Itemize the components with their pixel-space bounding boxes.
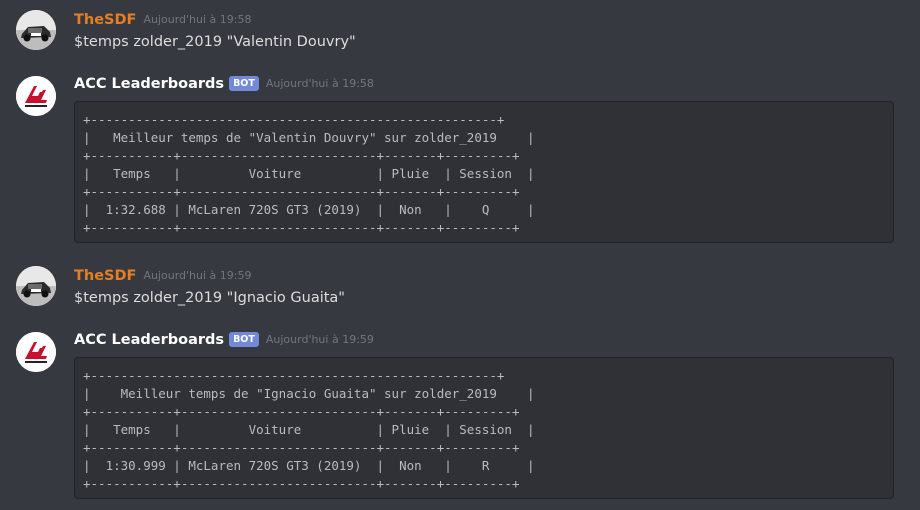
message-user-2: TheSDF Aujourd'hui à 19:59 $temps zolder… (0, 266, 920, 312)
timestamp: Aujourd'hui à 19:59 (265, 333, 374, 346)
code-block: +---------------------------------------… (74, 101, 894, 243)
message-user-1: TheSDF Aujourd'hui à 19:58 $temps zolder… (0, 10, 920, 56)
username[interactable]: ACC Leaderboards (74, 74, 224, 94)
timestamp: Aujourd'hui à 19:58 (143, 13, 252, 26)
message-bot-2: ACC Leaderboards BOT Aujourd'hui à 19:59… (0, 330, 920, 500)
timestamp: Aujourd'hui à 19:59 (143, 269, 252, 282)
username[interactable]: ACC Leaderboards (74, 330, 224, 350)
bot-tag: BOT (229, 331, 259, 347)
car-photo-avatar-icon (16, 266, 56, 306)
bot-tag: BOT (229, 75, 259, 91)
leaderboard-table-text: +---------------------------------------… (83, 112, 535, 235)
username[interactable]: TheSDF (74, 10, 136, 30)
message-text: $temps zolder_2019 "Valentin Douvry" (74, 34, 356, 50)
code-block: +---------------------------------------… (74, 357, 894, 499)
username[interactable]: TheSDF (74, 266, 136, 286)
car-photo-avatar-icon (16, 10, 56, 50)
message-text: $temps zolder_2019 "Ignacio Guaita" (74, 290, 345, 306)
assetto-corsa-logo-icon (16, 76, 56, 116)
assetto-corsa-logo-icon (16, 332, 56, 372)
leaderboard-table-text: +---------------------------------------… (83, 368, 535, 491)
bot-avatar[interactable] (16, 332, 56, 372)
message-bot-1: ACC Leaderboards BOT Aujourd'hui à 19:58… (0, 74, 920, 244)
bot-avatar[interactable] (16, 76, 56, 116)
user-avatar[interactable] (16, 266, 56, 306)
user-avatar[interactable] (16, 10, 56, 50)
timestamp: Aujourd'hui à 19:58 (265, 77, 374, 90)
